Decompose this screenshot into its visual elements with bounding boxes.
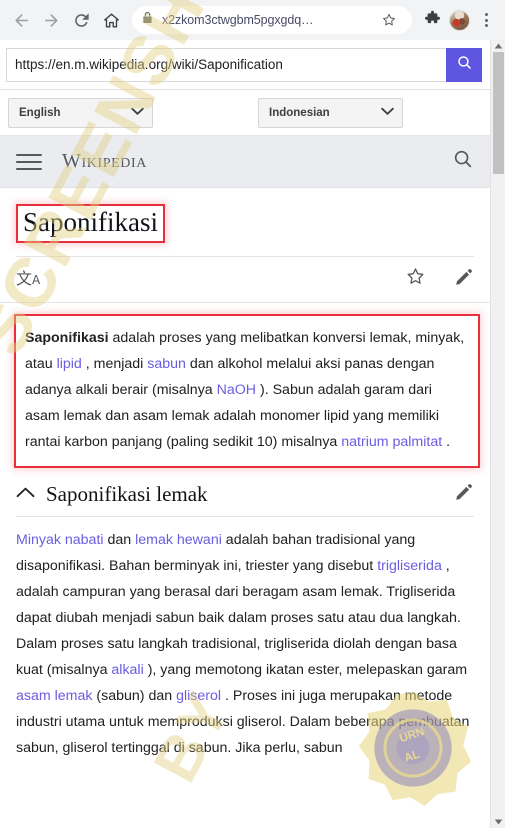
reload-button[interactable] bbox=[66, 5, 96, 35]
link-gliserol[interactable]: gliserol bbox=[176, 688, 221, 704]
back-arrow-icon bbox=[12, 11, 31, 30]
link-lemak-hewani[interactable]: lemak hewani bbox=[135, 532, 222, 548]
link-alkali[interactable]: alkali bbox=[111, 662, 143, 678]
kebab-dot bbox=[484, 18, 488, 22]
chevron-up-icon[interactable] bbox=[16, 486, 35, 504]
reload-icon bbox=[72, 11, 91, 30]
bookmark-star-button[interactable] bbox=[376, 7, 402, 33]
section-heading: Saponifikasi lemak bbox=[46, 482, 208, 507]
scroll-up-arrow-icon[interactable] bbox=[491, 40, 505, 52]
puzzle-piece-icon bbox=[424, 9, 441, 31]
forward-arrow-icon bbox=[42, 11, 61, 30]
section-body: Minyak nabati dan lemak hewani adalah ba… bbox=[0, 517, 490, 761]
browser-toolbar: x2zkom3ctwgbm5pgxgdq… bbox=[0, 0, 505, 40]
lead-paragraph: Saponifikasi adalah proses yang melibatk… bbox=[25, 325, 468, 455]
link-trigliserida[interactable]: trigliserida bbox=[377, 558, 442, 574]
link-natrium-palmitat[interactable]: natrium palmitat bbox=[341, 434, 442, 450]
wikipedia-page: Wikipedia Saponifikasi 文A Saponifikasi a… bbox=[0, 136, 490, 828]
translate-url-bar: https://en.m.wikipedia.org/wiki/Saponifi… bbox=[0, 40, 490, 90]
page-title: Saponifikasi bbox=[16, 204, 165, 244]
section-paragraph: Minyak nabati dan lemak hewani adalah ba… bbox=[16, 527, 474, 761]
sec-text-4: ), yang memotong ikatan ester, melepaska… bbox=[143, 662, 468, 679]
target-language-label: Indonesian bbox=[269, 106, 330, 119]
search-icon bbox=[452, 150, 474, 174]
target-language-select[interactable]: Indonesian bbox=[258, 97, 403, 128]
search-submit-button[interactable] bbox=[446, 47, 482, 82]
sec-text-5: (sabun) dan bbox=[92, 688, 177, 705]
edit-pencil-button[interactable] bbox=[454, 267, 474, 292]
lead-bold-term: Saponifikasi bbox=[25, 330, 109, 347]
source-language-label: English bbox=[19, 106, 61, 119]
source-language-select[interactable]: English bbox=[8, 97, 153, 128]
screen-root: x2zkom3ctwgbm5pgxgdq… https://en.m.wikip… bbox=[0, 0, 505, 828]
home-icon bbox=[102, 11, 121, 30]
wikipedia-header: Wikipedia bbox=[0, 136, 490, 188]
watch-star-button[interactable] bbox=[405, 266, 426, 292]
back-button[interactable] bbox=[6, 5, 36, 35]
section-edit-button[interactable] bbox=[454, 482, 474, 507]
hamburger-line bbox=[16, 160, 42, 163]
lock-icon bbox=[142, 11, 153, 29]
omnibox-url-text: x2zkom3ctwgbm5pgxgdq… bbox=[162, 13, 314, 27]
language-selector-row: English Indonesian bbox=[0, 90, 490, 136]
article-action-bar: 文A bbox=[0, 257, 490, 304]
hamburger-line bbox=[16, 153, 42, 156]
browser-menu-button[interactable] bbox=[473, 5, 499, 35]
page-scrollbar[interactable] bbox=[490, 40, 505, 828]
link-naoh[interactable]: NaOH bbox=[217, 382, 256, 398]
kebab-dot bbox=[484, 24, 488, 27]
chevron-down-icon bbox=[131, 107, 144, 119]
wikipedia-search-button[interactable] bbox=[452, 148, 474, 175]
home-button[interactable] bbox=[96, 5, 126, 35]
link-asam-lemak[interactable]: asam lemak bbox=[16, 688, 92, 704]
chevron-down-icon bbox=[381, 107, 394, 119]
wikipedia-wordmark[interactable]: Wikipedia bbox=[62, 150, 452, 173]
link-lipid[interactable]: lipid bbox=[57, 356, 82, 372]
link-minyak-nabati[interactable]: Minyak nabati bbox=[16, 532, 104, 548]
scrollbar-thumb[interactable] bbox=[493, 52, 504, 174]
link-sabun[interactable]: sabun bbox=[147, 356, 186, 372]
hamburger-line bbox=[16, 167, 42, 170]
scroll-down-arrow-icon[interactable] bbox=[491, 816, 505, 828]
lead-paragraph-box: Saponifikasi adalah proses yang melibatk… bbox=[14, 314, 480, 469]
search-icon bbox=[456, 54, 473, 76]
section-header[interactable]: Saponifikasi lemak bbox=[16, 482, 474, 518]
lead-text-b: , menjadi bbox=[81, 356, 148, 373]
translate-language-icon[interactable]: 文A bbox=[16, 271, 40, 287]
extensions-button[interactable] bbox=[418, 5, 446, 35]
sec-text-1: dan bbox=[103, 532, 136, 549]
sec-text-3: , adalah campuran yang berasal dari bera… bbox=[16, 558, 461, 679]
omnibox[interactable]: x2zkom3ctwgbm5pgxgdq… bbox=[132, 6, 412, 34]
url-input[interactable]: https://en.m.wikipedia.org/wiki/Saponifi… bbox=[6, 47, 446, 82]
kebab-dot bbox=[484, 13, 488, 16]
forward-button[interactable] bbox=[36, 5, 66, 35]
hamburger-menu-icon[interactable] bbox=[16, 153, 42, 170]
lead-text-e: . bbox=[442, 434, 451, 451]
profile-avatar[interactable] bbox=[449, 9, 470, 31]
page-title-container: Saponifikasi bbox=[0, 188, 490, 244]
